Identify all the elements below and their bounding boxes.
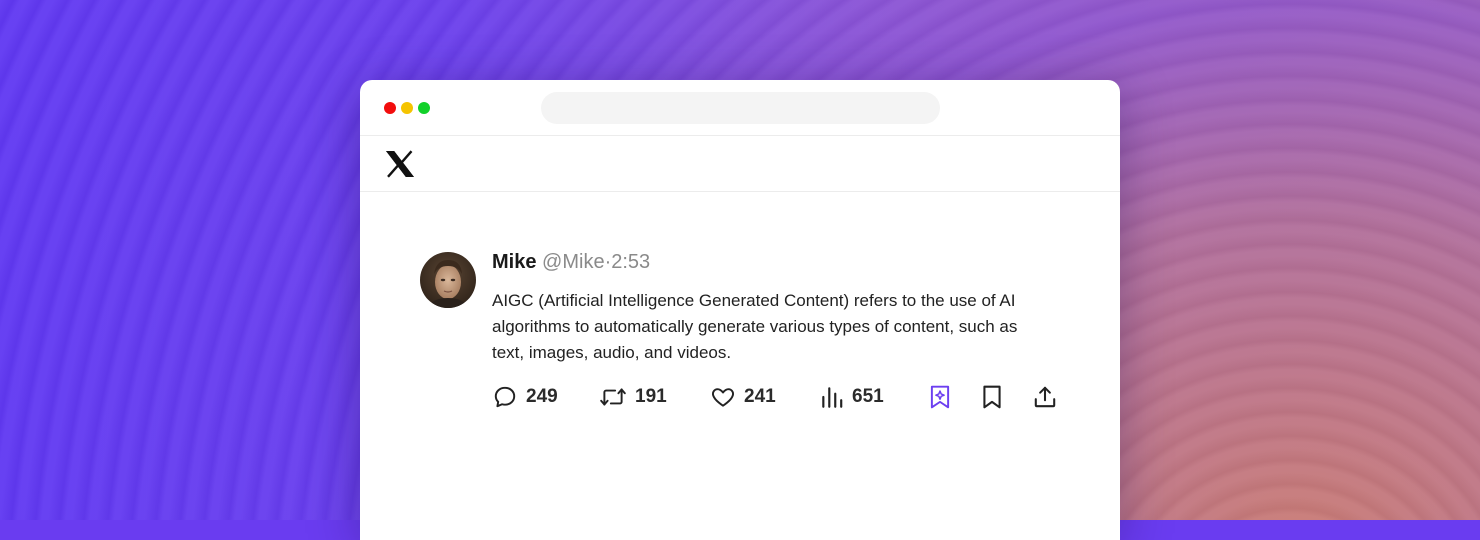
retweet-count: 191 xyxy=(635,386,667,407)
heart-icon xyxy=(712,388,734,407)
share-icon xyxy=(1034,386,1056,408)
author-name[interactable]: Mike xyxy=(492,251,536,273)
retweet-button[interactable]: 191 xyxy=(599,382,667,412)
views-icon xyxy=(822,387,843,408)
address-bar[interactable] xyxy=(541,92,940,124)
x-logo-icon[interactable] xyxy=(385,150,415,178)
like-count: 241 xyxy=(744,386,776,407)
tweet-time[interactable]: 2:53 xyxy=(611,251,650,273)
browser-window: Mike @Mike·2:53 AIGC (Artificial Intelli… xyxy=(360,80,1120,540)
app-header xyxy=(360,136,1120,192)
tweet-content: Mike @Mike·2:53 AIGC (Artificial Intelli… xyxy=(492,250,1062,366)
maximize-window-button[interactable] xyxy=(418,102,430,114)
bookmark-icon xyxy=(983,385,1001,409)
close-window-button[interactable] xyxy=(384,102,396,114)
reply-button[interactable]: 249 xyxy=(492,382,558,412)
avatar[interactable] xyxy=(420,252,476,308)
reply-count: 249 xyxy=(526,386,558,407)
title-bar xyxy=(360,80,1120,136)
views-button[interactable]: 651 xyxy=(820,382,884,412)
tweet-text: AIGC (Artificial Intelligence Generated … xyxy=(492,291,1018,362)
author-handle[interactable]: @Mike xyxy=(542,251,605,273)
minimize-window-button[interactable] xyxy=(401,102,413,114)
views-count: 651 xyxy=(852,386,884,407)
reply-icon xyxy=(494,386,516,408)
bookmark-button[interactable] xyxy=(980,382,1004,412)
ai-bookmark-button[interactable] xyxy=(928,382,952,412)
retweet-icon xyxy=(600,388,626,406)
share-button[interactable] xyxy=(1032,382,1058,412)
tweet-actions: 249 191 241 651 xyxy=(492,382,1072,412)
like-button[interactable]: 241 xyxy=(710,382,776,412)
sparkle-bookmark-icon xyxy=(930,385,950,409)
tweet-header: Mike @Mike·2:53 xyxy=(492,250,1062,274)
